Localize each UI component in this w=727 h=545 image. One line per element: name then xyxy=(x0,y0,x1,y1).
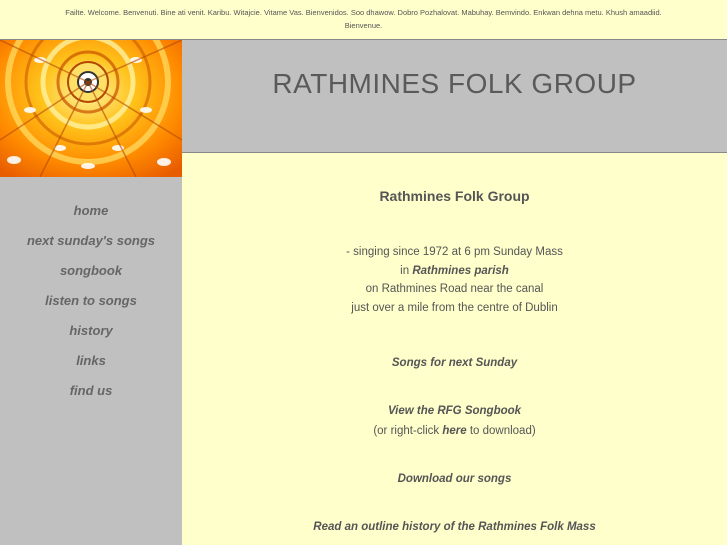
songs-next-sunday-link[interactable]: Songs for next Sunday xyxy=(392,357,517,369)
dome-ceiling-icon xyxy=(0,40,182,177)
right-click-prefix: (or right-click xyxy=(373,425,440,437)
sidebar-nav: home next sunday's songs songbook listen… xyxy=(0,196,182,406)
page-title: Rathmines Folk Group xyxy=(379,188,530,204)
rathmines-parish-link[interactable]: Rathmines parish xyxy=(412,265,509,277)
sidebar: home next sunday's songs songbook listen… xyxy=(0,177,182,545)
right-click-note: (or right-click here to download) xyxy=(182,425,727,437)
dome-image xyxy=(0,40,182,177)
sidebar-item-links[interactable]: links xyxy=(0,346,182,376)
download-songbook-here-link[interactable]: here xyxy=(442,425,466,437)
right-click-suffix: to download) xyxy=(469,425,536,437)
sidebar-item-find-us[interactable]: find us xyxy=(0,376,182,406)
sidebar-item-listen-to-songs[interactable]: listen to songs xyxy=(0,286,182,316)
intro-line-2-prefix: in xyxy=(400,264,410,277)
sidebar-item-home[interactable]: home xyxy=(0,196,182,226)
intro-line-4: just over a mile from the centre of Dubl… xyxy=(351,301,558,314)
site-title: RATHMINES FOLK GROUP xyxy=(272,68,637,99)
download-songs-link[interactable]: Download our songs xyxy=(398,473,512,485)
history-outline-link[interactable]: Read an outline history of the Rathmines… xyxy=(313,521,595,533)
sidebar-item-history[interactable]: history xyxy=(0,316,182,346)
intro-line-2: in Rathmines parish xyxy=(182,262,727,281)
main-content: Rathmines Folk Group - singing since 197… xyxy=(182,153,727,545)
intro-text: - singing since 1972 at 6 pm Sunday Mass… xyxy=(182,243,727,317)
sidebar-item-songbook[interactable]: songbook xyxy=(0,256,182,286)
welcome-banner: Failte. Welcome. Benvenuti. Bine ati ven… xyxy=(0,0,727,40)
welcome-line-2: Bienvenue. xyxy=(344,21,383,30)
header-banner: RATHMINES FOLK GROUP xyxy=(182,40,727,153)
view-songbook-link[interactable]: View the RFG Songbook xyxy=(388,405,521,417)
intro-line-3: on Rathmines Road near the canal xyxy=(365,283,544,295)
welcome-line-1: Failte. Welcome. Benvenuti. Bine ati ven… xyxy=(65,8,662,17)
intro-line-1: - singing since 1972 at 6 pm Sunday Mass xyxy=(346,246,563,258)
sidebar-item-next-sundays-songs[interactable]: next sunday's songs xyxy=(0,226,182,256)
